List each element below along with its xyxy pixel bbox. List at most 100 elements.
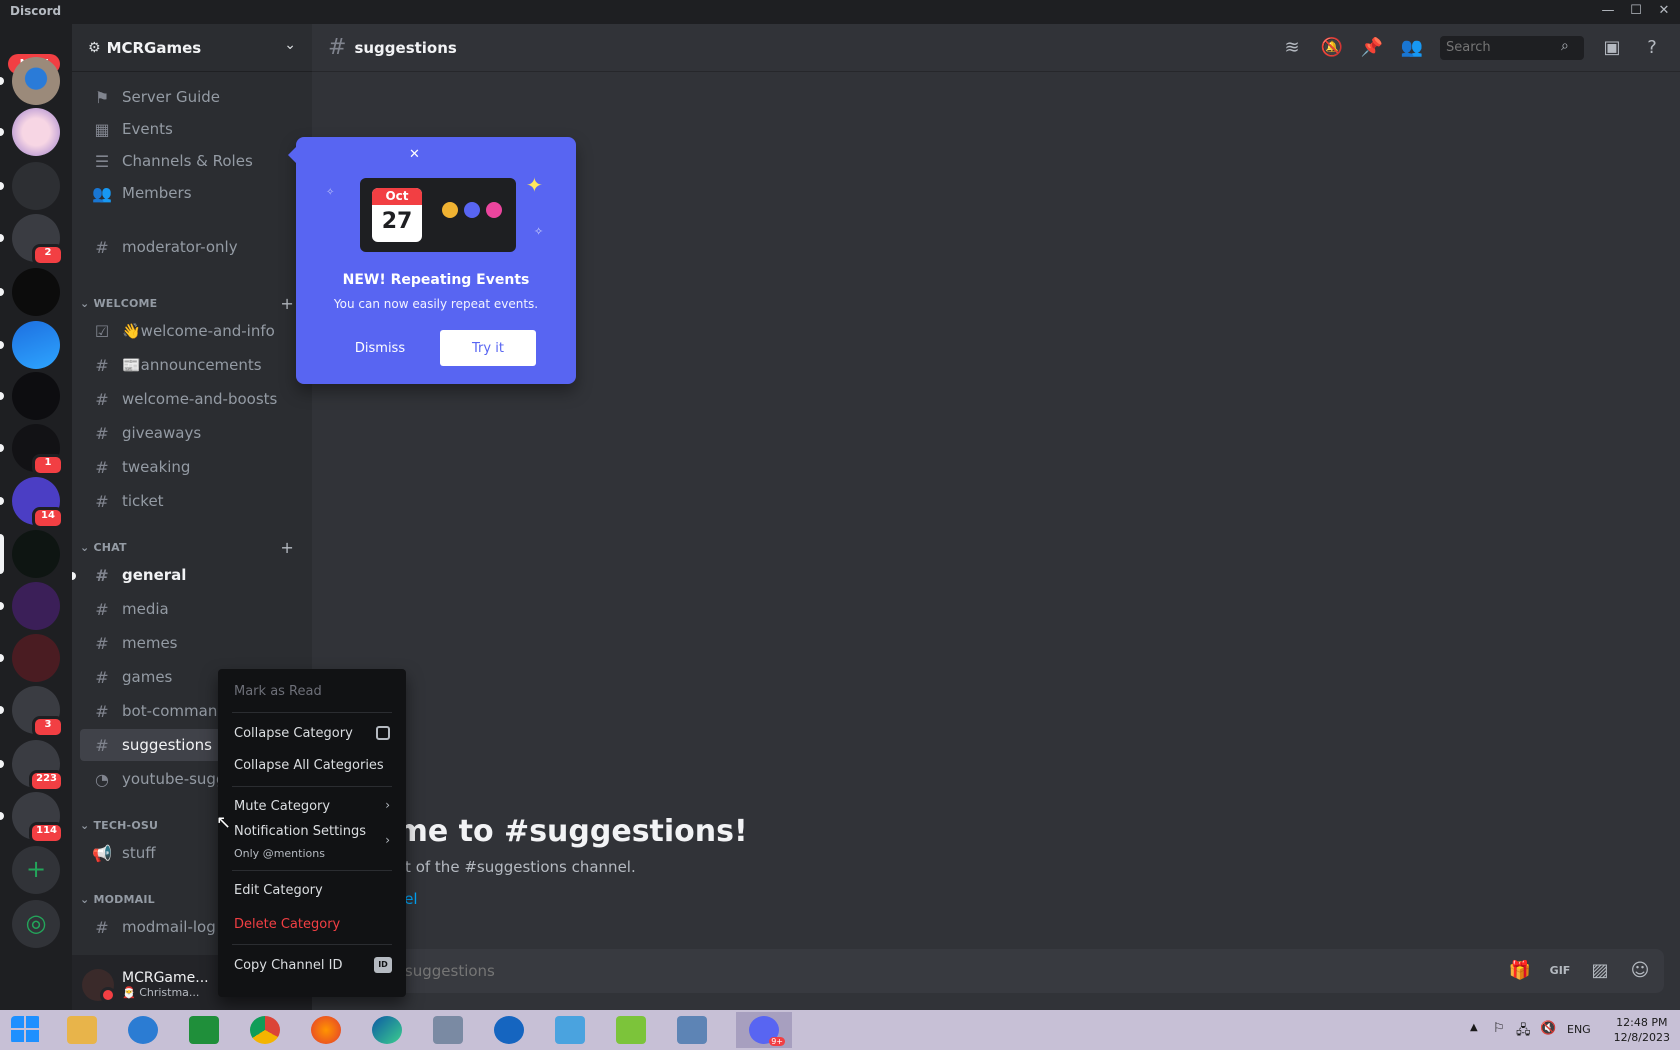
menu-mark-as-read[interactable]: Mark as Read [226,675,398,707]
server-icon-3[interactable] [0,162,60,210]
server-guide[interactable]: ⚑ Server Guide [80,81,304,113]
menu-collapse-category[interactable]: Collapse Category [226,717,398,749]
server-icon-dark-green[interactable] [0,530,60,578]
server-folder-mixed[interactable]: 3 [0,686,64,738]
taskbar-app-2[interactable] [544,1012,596,1048]
server-icon-cbs[interactable]: 1 [0,424,64,476]
menu-delete-category[interactable]: Delete Category [226,908,398,940]
events[interactable]: ▦ Events [80,113,304,145]
try-it-button[interactable]: Try it [440,330,536,366]
sparkle-icon: ✦ [526,173,543,197]
taskbar-store[interactable] [178,1012,230,1048]
server-folder-114[interactable]: 114 [0,792,64,844]
maximize-button[interactable]: ☐ [1622,0,1650,24]
taskbar-app-1[interactable] [422,1012,474,1048]
help-icon[interactable]: ? [1640,36,1664,60]
taskbar-explorer[interactable] [56,1012,108,1048]
taskbar-app-4[interactable] [666,1012,718,1048]
flag-icon[interactable]: ⚐ [1493,1021,1505,1036]
channel-welcome-and-boosts[interactable]: # welcome-and-boosts [80,383,304,415]
close-button[interactable]: ✕ [1650,0,1678,24]
server-folder-223[interactable]: 223 [0,740,64,792]
threads-icon[interactable]: ≋ [1280,36,1304,60]
server-header[interactable]: ⚙ MCRGames ⌄ [72,24,312,72]
server-icon-wave[interactable] [0,321,60,369]
taskbar-app-3[interactable] [605,1012,657,1048]
channel-media[interactable]: # media [80,593,304,625]
server-icon-purple[interactable]: 14 [0,477,64,529]
chevron-up-icon[interactable]: ▲ [1470,1022,1478,1033]
discover-icon[interactable]: ◎ [12,900,60,948]
channel-moderator-only[interactable]: # moderator-only [80,231,304,263]
member-list-icon[interactable]: 👥 [1400,36,1424,60]
members[interactable]: 👥 Members [80,177,304,209]
menu-notification-settings[interactable]: Notification Settings Only @mentions › [226,820,398,862]
taskbar-edge[interactable] [361,1012,413,1048]
add-channel-icon[interactable]: + [280,294,294,313]
server-icon-azey[interactable] [0,268,60,316]
taskbar-firefox[interactable] [300,1012,352,1048]
channel-general[interactable]: # general [80,559,304,591]
chevron-down-icon: ⌄ [284,37,296,53]
sparkle-icon: ✧ [326,187,335,198]
language-indicator[interactable]: ENG [1567,1023,1591,1036]
server-folder-gsy[interactable]: 2 [0,214,64,266]
channel-welcome-and-info[interactable]: ☑ 👋welcome-and-info [80,315,304,347]
volume-muted-icon[interactable]: 🔇 [1540,1021,1556,1036]
server-rail: NEW 2 1 14 3 223 114 + ◎ [0,24,72,1014]
hash-icon: # [95,457,109,477]
channel-ticket[interactable]: # ticket [80,485,304,517]
server-icon-1[interactable] [0,57,60,105]
divider [232,786,392,787]
taskbar-chrome[interactable] [239,1012,291,1048]
checkbox[interactable] [376,726,390,740]
menu-copy-channel-id[interactable]: Copy Channel ID ID [226,949,398,981]
add-server-icon[interactable]: + [12,846,60,894]
channel-memes[interactable]: # memes [80,627,304,659]
clock[interactable]: 12:48 PM 12/8/2023 [1614,1015,1670,1045]
gift-icon[interactable]: 🎁 [1508,959,1532,983]
emoji-icon[interactable]: ☺ [1628,959,1652,983]
username: MCRGame... [122,970,209,986]
server-icon-2[interactable] [0,108,60,156]
keyboard-icon [433,1016,463,1044]
avatar[interactable] [82,968,116,1003]
mute-bell-icon[interactable]: 🔕 [1320,36,1344,60]
server-icon-red[interactable] [0,634,60,682]
close-icon[interactable]: ✕ [409,147,420,162]
unread-count-badge: 2 [32,244,64,266]
taskbar-info[interactable] [483,1012,535,1048]
channel-announcements[interactable]: # 📰announcements [80,349,304,381]
start-button[interactable] [0,1012,52,1048]
menu-mute-category[interactable]: Mute Category › [226,790,398,822]
popover-title: NEW! Repeating Events [342,272,530,288]
hash-icon: # [95,599,109,619]
pin-icon[interactable]: 📌 [1360,36,1384,60]
internet-explorer-icon [128,1016,158,1044]
taskbar-ie[interactable] [117,1012,169,1048]
menu-collapse-all[interactable]: Collapse All Categories [226,749,398,781]
hash-icon: # [328,35,347,60]
channel-giveaways[interactable]: # giveaways [80,417,304,449]
dismiss-button[interactable]: Dismiss [340,330,420,366]
channel-title: suggestions [354,38,457,57]
hash-icon: # [95,701,109,721]
network-icon[interactable]: 🖧 [1516,1021,1531,1043]
server-icon-shield[interactable] [0,372,60,420]
category-chat[interactable]: ⌄ CHAT + [72,538,312,561]
hash-icon: # [95,389,109,409]
taskbar-discord[interactable]: 9+ [736,1012,792,1048]
server-icon-violet[interactable] [0,582,60,630]
category-welcome[interactable]: ⌄ WELCOME + [72,294,312,317]
add-channel-icon[interactable]: + [280,538,294,557]
channel-tweaking[interactable]: # tweaking [80,451,304,483]
minimize-button[interactable]: — [1594,0,1622,24]
message-input[interactable] [344,960,1244,982]
inbox-icon[interactable]: ▣ [1600,36,1624,60]
menu-edit-category[interactable]: Edit Category [226,874,398,906]
channels-and-roles[interactable]: ☰ Channels & Roles [80,145,304,177]
gif-icon[interactable]: GIF [1548,959,1572,983]
sticker-icon[interactable]: ▨ [1588,959,1612,983]
hash-icon: # [95,565,109,585]
rules-icon: ☑ [94,321,110,341]
